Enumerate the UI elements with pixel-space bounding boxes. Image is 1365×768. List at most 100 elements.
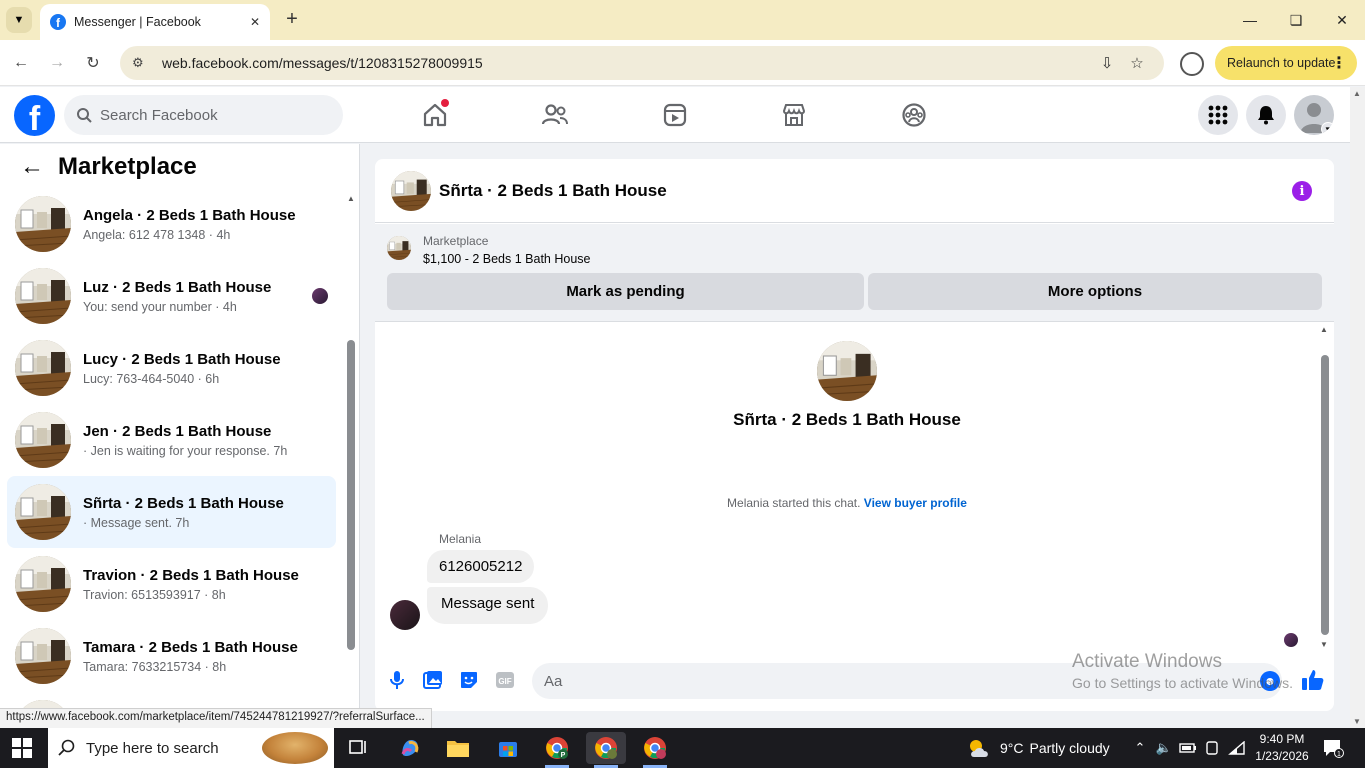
message-input[interactable]	[532, 663, 1282, 699]
thread-scrollbar[interactable]: ▲ ▼	[1319, 325, 1331, 649]
browser-menu-icon[interactable]: ⋮	[1331, 53, 1347, 73]
conversation-text: Sñrta · 2 Beds 1 Bath House · Message se…	[83, 495, 336, 530]
install-app-icon[interactable]: ⇩	[1092, 54, 1122, 72]
chrome-profile-icon[interactable]	[635, 732, 675, 768]
taskbar-search[interactable]: Type here to search	[48, 728, 334, 768]
conversation-item[interactable]: Angela · 2 Beds 1 Bath House Angela: 612 …	[7, 188, 336, 260]
groups-icon[interactable]	[898, 99, 930, 131]
search-highlight-pie-icon	[262, 732, 328, 764]
more-options-button[interactable]: More options	[868, 273, 1322, 310]
new-tab-icon[interactable]: +	[280, 8, 304, 32]
friends-icon[interactable]	[539, 99, 571, 131]
task-view-icon[interactable]	[338, 732, 378, 764]
microsoft-store-icon[interactable]	[488, 732, 528, 764]
scroll-down-icon[interactable]: ▼	[1320, 640, 1328, 649]
chrome-profile-p-icon[interactable]: P	[537, 732, 577, 768]
conversation-list-scrollbar[interactable]: ▲	[346, 192, 356, 722]
marketplace-icon[interactable]	[778, 99, 810, 131]
listing-thumbnail	[15, 196, 71, 252]
thumbs-up-icon[interactable]	[1300, 667, 1326, 693]
conversation-item[interactable]: Jen · 2 Beds 1 Bath House · Jen is waiti…	[7, 404, 336, 476]
view-buyer-profile-link[interactable]: View buyer profile	[864, 496, 967, 510]
listing-thumbnail[interactable]	[387, 236, 411, 260]
restore-icon[interactable]: ❏	[1273, 0, 1319, 40]
listing-thumbnail	[15, 484, 71, 540]
site-settings-icon[interactable]: ⚙	[132, 55, 152, 71]
scroll-up-icon[interactable]: ▲	[347, 194, 355, 203]
device-icon[interactable]	[1202, 728, 1222, 768]
notifications-bell-icon[interactable]	[1246, 95, 1286, 135]
chat-title[interactable]: Sñrta · 2 Beds 1 Bath House	[439, 181, 667, 201]
sticker-icon[interactable]	[458, 669, 480, 691]
battery-icon[interactable]	[1178, 728, 1198, 768]
clock-date: 1/23/2026	[1255, 749, 1309, 763]
chat-header-avatar[interactable]	[391, 170, 431, 211]
facebook-search[interactable]	[64, 95, 343, 135]
listing-title[interactable]: $1,100 - 2 Beds 1 Bath House	[423, 252, 590, 266]
menu-grid-icon[interactable]	[1198, 95, 1238, 135]
tab-close-icon[interactable]: ✕	[250, 15, 260, 29]
conversation-item[interactable]: Tamara · 2 Beds 1 Bath House Tamara: 7633…	[7, 620, 336, 692]
back-icon[interactable]: ←	[8, 50, 34, 76]
copilot-icon[interactable]	[390, 732, 430, 764]
svg-text:GIF: GIF	[498, 677, 511, 686]
conversation-name: Tamara · 2 Beds 1 Bath House	[83, 638, 298, 656]
conversation-item[interactable]: Travion · 2 Beds 1 Bath House Travion: 65…	[7, 548, 336, 620]
account-avatar[interactable]: ▼	[1294, 95, 1334, 135]
profile-avatar[interactable]	[817, 341, 877, 401]
conversation-item[interactable]: Luz · 2 Beds 1 Bath House You: send your …	[7, 260, 336, 332]
mark-as-pending-button[interactable]: Mark as pending	[387, 273, 864, 310]
video-icon[interactable]	[659, 99, 691, 131]
reload-icon[interactable]: ↻	[80, 50, 106, 76]
volume-icon[interactable]: 🔈	[1154, 728, 1174, 768]
taskbar-clock[interactable]: 9:40 PM 1/23/2026	[1254, 731, 1310, 765]
windows-taskbar: Type here to search P 9°C Partly cloudy …	[0, 728, 1365, 768]
scrollbar-thumb[interactable]	[1321, 355, 1329, 635]
facebook-logo-icon[interactable]: f	[14, 95, 55, 136]
home-icon[interactable]	[419, 99, 451, 131]
conversation-preview: · Jen is waiting for your response. 7h	[83, 443, 288, 458]
minimize-icon[interactable]: —	[1227, 0, 1273, 40]
bookmark-star-icon[interactable]: ☆	[1122, 54, 1152, 72]
emoji-icon[interactable]: ☻	[1260, 671, 1280, 691]
wifi-icon[interactable]	[1226, 728, 1248, 768]
message-thread: Sñrta · 2 Beds 1 Bath House Melania star…	[375, 323, 1334, 653]
address-bar[interactable]: ⚙ web.facebook.com/messages/t/1208315278…	[120, 46, 1164, 80]
chevron-up-icon[interactable]: ⌃	[1130, 728, 1150, 768]
conversation-item[interactable]: Sñrta · 2 Beds 1 Bath House · Message se…	[7, 476, 336, 548]
message-bubble[interactable]: 6126005212	[427, 550, 535, 583]
forward-icon[interactable]: →	[44, 50, 70, 76]
panel-header: ← Marketplace	[0, 144, 345, 190]
back-arrow-icon[interactable]: ←	[20, 153, 44, 181]
home-notification-dot	[441, 99, 449, 107]
weather-condition: Partly cloudy	[1029, 740, 1110, 756]
chrome-active-profile-icon[interactable]	[586, 732, 626, 768]
tab-search-icon[interactable]: ▼	[6, 7, 32, 33]
started-text: Melania started this chat.	[727, 496, 861, 510]
photo-icon[interactable]	[422, 669, 444, 691]
scroll-down-icon[interactable]: ▼	[1353, 717, 1361, 726]
weather-widget[interactable]: 9°C Partly cloudy	[966, 728, 1110, 768]
microphone-icon[interactable]	[386, 669, 408, 691]
search-input[interactable]	[100, 106, 320, 124]
window-close-icon[interactable]: ✕	[1319, 0, 1365, 40]
message-bubble[interactable]: Message sent	[427, 587, 549, 624]
browser-tab-messenger[interactable]: f Messenger | Facebook ✕	[40, 4, 270, 40]
scroll-up-icon[interactable]: ▲	[1320, 325, 1328, 334]
scrollbar-thumb[interactable]	[347, 340, 355, 650]
relaunch-button[interactable]: Relaunch to update ⋮	[1215, 46, 1357, 80]
profile-name: Sñrta · 2 Beds 1 Bath House	[733, 410, 961, 429]
notification-center-icon[interactable]: 1	[1322, 738, 1344, 758]
gif-icon[interactable]: GIF	[494, 669, 516, 691]
chevron-down-icon[interactable]: ▼	[1321, 122, 1334, 135]
scroll-up-icon[interactable]: ▲	[1353, 89, 1361, 98]
url-text[interactable]: web.facebook.com/messages/t/120831527800…	[162, 55, 1092, 71]
file-explorer-icon[interactable]	[438, 732, 478, 764]
sender-avatar[interactable]	[390, 600, 420, 630]
conversation-item[interactable]: Lucy · 2 Beds 1 Bath House Lucy: 763-464-…	[7, 332, 336, 404]
conversation-text: Angela · 2 Beds 1 Bath House Angela: 612 …	[83, 207, 336, 242]
windows-start-icon[interactable]	[12, 738, 32, 758]
page-scrollbar[interactable]: ▲ ▼	[1350, 87, 1365, 728]
info-icon[interactable]: i	[1292, 181, 1312, 201]
browser-profile-icon[interactable]	[1180, 52, 1204, 76]
